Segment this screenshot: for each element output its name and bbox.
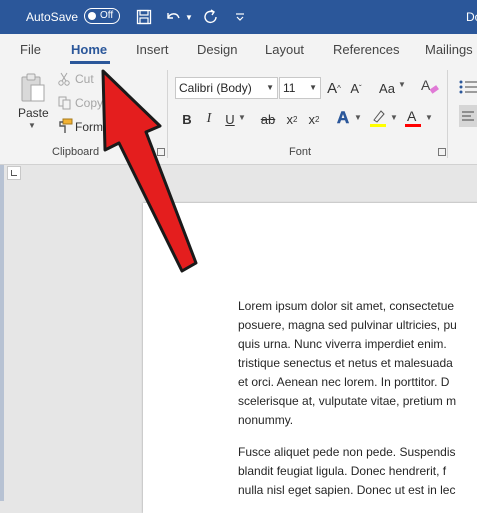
font-color-dropdown-icon[interactable]: ▼ bbox=[425, 113, 433, 122]
tab-home[interactable]: Home bbox=[71, 42, 107, 57]
toggle-knob bbox=[88, 12, 96, 20]
highlight-icon[interactable] bbox=[369, 107, 387, 129]
shrink-font-icon[interactable]: Aˇ bbox=[347, 78, 365, 98]
document-title: Do bbox=[466, 10, 477, 24]
tab-stop-icon bbox=[11, 170, 17, 176]
text-effects-button[interactable]: A bbox=[334, 107, 352, 129]
font-color-button[interactable]: A bbox=[404, 107, 422, 129]
tab-mailings[interactable]: Mailings bbox=[425, 42, 473, 57]
paragraph-1-line-3: quis urna. Nunc viverra imperdiet enim. bbox=[238, 337, 447, 351]
paragraph-1-line-1: Lorem ipsum dolor sit amet, consectetue bbox=[238, 299, 455, 313]
autosave-label: AutoSave bbox=[26, 10, 79, 24]
tab-insert[interactable]: Insert bbox=[136, 42, 169, 57]
tab-file[interactable]: File bbox=[20, 42, 41, 57]
paragraph-1-line-5: et orci. Aenean nec lorem. In porttitor.… bbox=[238, 375, 450, 389]
save-icon[interactable] bbox=[136, 0, 152, 34]
chevron-down-icon: ▼ bbox=[266, 83, 274, 92]
cut-icon[interactable] bbox=[57, 71, 71, 87]
grow-font-icon[interactable]: A ^ bbox=[325, 78, 343, 98]
tab-selector[interactable] bbox=[7, 166, 21, 180]
italic-button[interactable]: I bbox=[201, 109, 217, 129]
superscript-button[interactable]: x2 bbox=[305, 109, 323, 129]
svg-text:A: A bbox=[421, 77, 431, 93]
text-effects-dropdown-icon[interactable]: ▼ bbox=[354, 113, 362, 122]
document-page[interactable]: Lorem ipsum dolor sit amet, consectetue … bbox=[143, 203, 477, 513]
font-name-combo[interactable]: Calibri (Body) ▼ bbox=[175, 77, 278, 99]
chevron-down-icon: ▼ bbox=[309, 83, 317, 92]
paragraph-1-line-6: scelerisque at, vulputate vitae, pretium… bbox=[238, 394, 457, 408]
font-launcher-icon[interactable] bbox=[438, 148, 446, 156]
font-size-combo[interactable]: 11 ▼ bbox=[279, 77, 321, 99]
strikethrough-button[interactable]: ab bbox=[258, 109, 278, 129]
svg-text:A: A bbox=[407, 108, 417, 124]
paste-dropdown-icon[interactable]: ▼ bbox=[28, 121, 36, 130]
change-case-dropdown-icon[interactable]: ▼ bbox=[398, 80, 406, 89]
autosave-toggle[interactable]: Off bbox=[84, 8, 120, 24]
format-painter-icon[interactable] bbox=[57, 118, 73, 134]
bullets-icon[interactable] bbox=[459, 77, 477, 97]
ribbon: Paste ▼ Cut Copy Format Painter Clipboar… bbox=[0, 65, 477, 165]
font-name-value: Calibri (Body) bbox=[179, 81, 252, 95]
clipboard-group-label: Clipboard bbox=[52, 146, 100, 158]
tab-layout[interactable]: Layout bbox=[265, 42, 304, 57]
clipboard-launcher-icon[interactable] bbox=[157, 148, 165, 156]
format-painter-label[interactable]: Format Painter bbox=[75, 120, 154, 134]
redo-icon[interactable] bbox=[202, 0, 220, 34]
autosave-state: Off bbox=[100, 10, 114, 21]
cut-label[interactable]: Cut bbox=[75, 72, 94, 86]
subscript-button[interactable]: x2 bbox=[283, 109, 301, 129]
tab-design[interactable]: Design bbox=[197, 42, 237, 57]
active-tab-indicator bbox=[70, 61, 110, 64]
paragraph-1-line-2: posuere, magna sed pulvinar ultricies, p… bbox=[238, 318, 457, 332]
underline-dropdown-icon[interactable]: ▼ bbox=[238, 113, 246, 122]
copy-label[interactable]: Copy bbox=[75, 96, 103, 110]
group-separator bbox=[447, 70, 448, 158]
tab-references[interactable]: References bbox=[333, 42, 399, 57]
customize-toolbar-icon[interactable] bbox=[235, 0, 245, 34]
bold-button[interactable]: B bbox=[179, 109, 195, 129]
paste-icon[interactable] bbox=[18, 71, 48, 105]
paragraph-2-line-2: blandit feugiat ligula. Donec hendrerit,… bbox=[238, 464, 447, 478]
underline-button[interactable]: U bbox=[222, 109, 238, 129]
clear-formatting-icon[interactable]: A bbox=[420, 75, 440, 97]
paragraph-1-line-4: tristique senectus et netus et malesuada bbox=[238, 356, 453, 370]
copy-icon[interactable] bbox=[57, 95, 71, 111]
paragraph-2-line-3: nulla nisl eget sapien. Donec ut est in … bbox=[238, 483, 456, 497]
align-left-button[interactable] bbox=[459, 105, 477, 127]
paragraph-2-line-1: Fusce aliquet pede non pede. Suspendis bbox=[238, 445, 456, 459]
undo-dropdown-icon[interactable]: ▼ bbox=[185, 0, 193, 34]
font-size-value: 11 bbox=[283, 81, 296, 95]
change-case-button[interactable]: Aa bbox=[376, 78, 398, 98]
paragraph-1-line-7: nonummy. bbox=[238, 413, 294, 427]
window-edge bbox=[0, 165, 4, 501]
highlight-dropdown-icon[interactable]: ▼ bbox=[390, 113, 398, 122]
title-bar: AutoSave Off ▼ Do bbox=[0, 0, 477, 34]
paste-label[interactable]: Paste bbox=[18, 106, 49, 120]
font-group-label: Font bbox=[289, 146, 312, 158]
group-separator bbox=[167, 70, 168, 158]
undo-icon[interactable] bbox=[164, 0, 182, 34]
